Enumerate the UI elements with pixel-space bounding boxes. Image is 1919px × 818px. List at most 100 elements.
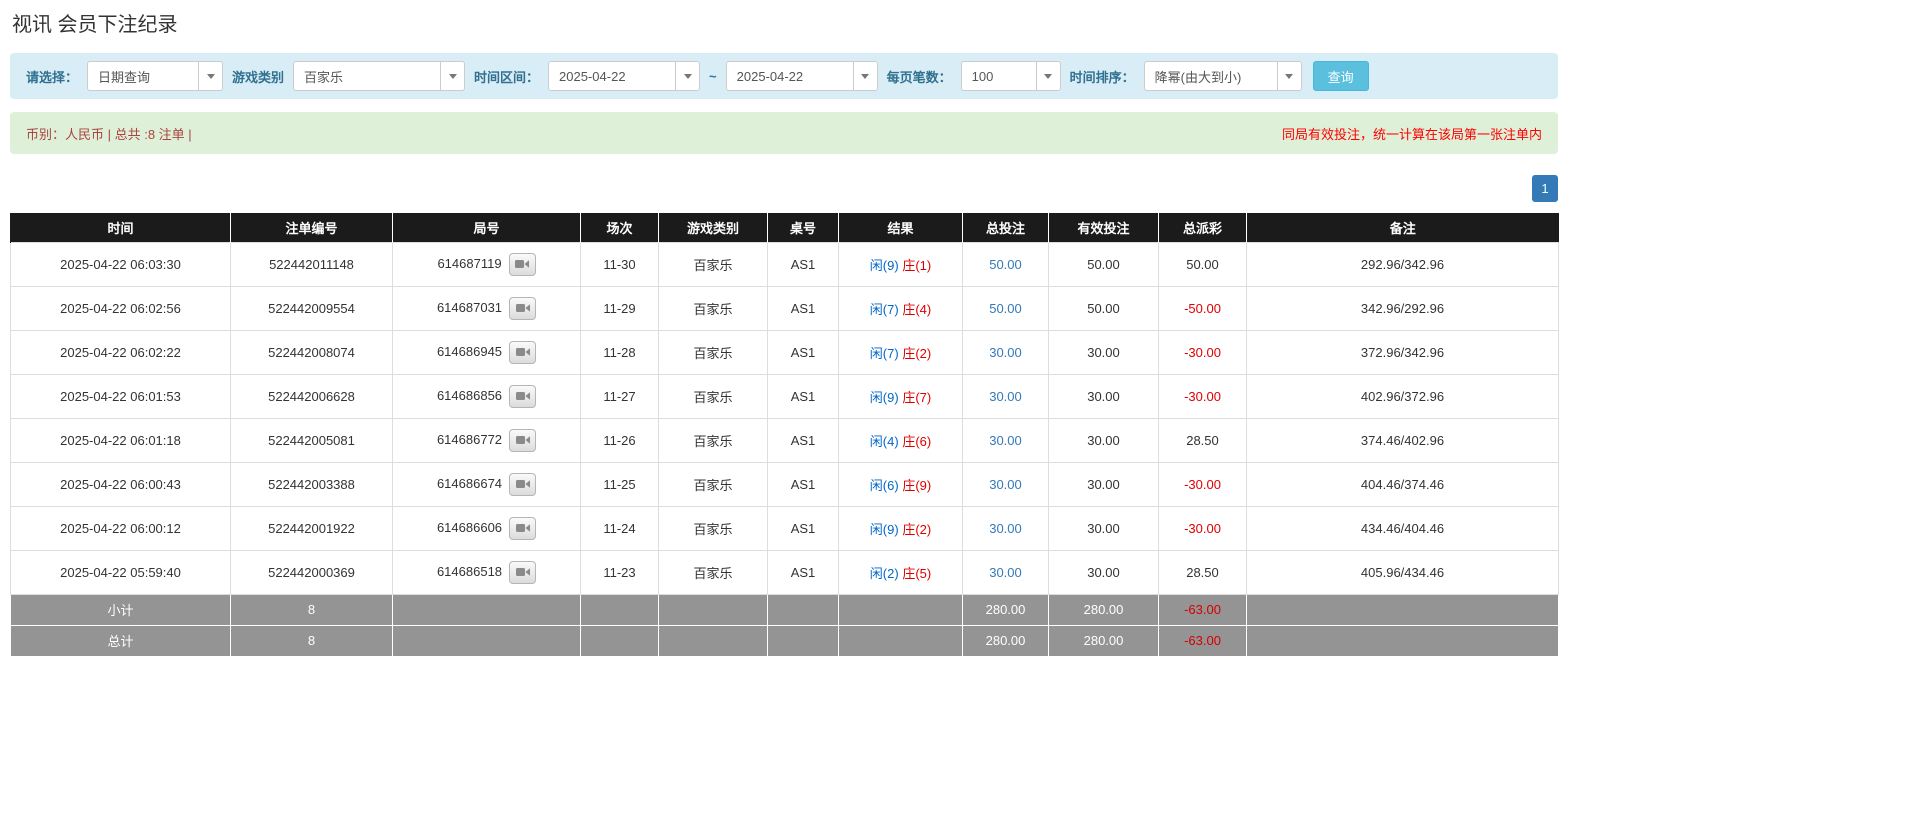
result-player-text: 闲(4) — [870, 434, 899, 449]
video-replay-button[interactable] — [509, 297, 536, 320]
summary-empty-cell — [393, 594, 581, 625]
page-container: 视讯 会员下注纪录 请选择： 日期查询 游戏类别 百家乐 时间区间： 2025-… — [10, 8, 1558, 657]
search-button[interactable]: 查询 — [1313, 61, 1369, 91]
cell-result: 闲(9) 庄(2) — [839, 506, 963, 550]
video-replay-button[interactable] — [509, 341, 536, 364]
cell-time: 2025-04-22 06:02:56 — [11, 286, 231, 330]
cell-result: 闲(7) 庄(4) — [839, 286, 963, 330]
cell-round-id: 614686856 — [393, 374, 581, 418]
total-bet-link[interactable]: 50.00 — [989, 257, 1022, 272]
summary-empty-cell — [393, 625, 581, 656]
filter-bar: 请选择： 日期查询 游戏类别 百家乐 时间区间： 2025-04-22 ~ 20… — [10, 53, 1558, 99]
cell-session: 11-25 — [581, 462, 659, 506]
cell-table-no: AS1 — [768, 462, 839, 506]
column-header: 场次 — [581, 213, 659, 242]
total-bet-link[interactable]: 30.00 — [989, 521, 1022, 536]
cell-game-type: 百家乐 — [659, 418, 768, 462]
cell-table-no: AS1 — [768, 330, 839, 374]
page-size-select[interactable]: 100 — [961, 61, 1061, 91]
query-type-value: 日期查询 — [88, 62, 198, 90]
query-type-select[interactable]: 日期查询 — [87, 61, 223, 91]
cell-total-bet: 30.00 — [963, 462, 1049, 506]
sort-label: 时间排序： — [1070, 67, 1135, 86]
table-row: 2025-04-22 06:01:53 522442006628 6146868… — [11, 374, 1559, 418]
cell-total-bet: 30.00 — [963, 330, 1049, 374]
summary-payout: -63.00 — [1159, 594, 1247, 625]
date-to-select[interactable]: 2025-04-22 — [726, 61, 878, 91]
total-bet-link[interactable]: 30.00 — [989, 345, 1022, 360]
date-range-tilde: ~ — [709, 69, 717, 84]
cell-time: 2025-04-22 05:59:40 — [11, 550, 231, 594]
cell-payout: -30.00 — [1159, 462, 1247, 506]
cell-payout: 50.00 — [1159, 242, 1247, 286]
date-to-value: 2025-04-22 — [727, 62, 853, 90]
total-bet-link[interactable]: 30.00 — [989, 433, 1022, 448]
cell-game-type: 百家乐 — [659, 374, 768, 418]
cell-remark: 342.96/292.96 — [1247, 286, 1559, 330]
cell-session: 11-27 — [581, 374, 659, 418]
cell-bet-id: 522442003388 — [231, 462, 393, 506]
cell-bet-id: 522442001922 — [231, 506, 393, 550]
cell-session: 11-24 — [581, 506, 659, 550]
video-camera-icon — [516, 303, 530, 313]
video-replay-button[interactable] — [509, 473, 536, 496]
summary-empty-cell — [768, 594, 839, 625]
round-id-text: 614686772 — [437, 431, 502, 446]
summary-empty-cell — [1247, 625, 1559, 656]
summary-count: 8 — [231, 594, 393, 625]
cell-result: 闲(4) 庄(6) — [839, 418, 963, 462]
video-camera-icon — [516, 479, 530, 489]
column-header: 总投注 — [963, 213, 1049, 242]
cell-valid-bet: 50.00 — [1049, 242, 1159, 286]
column-header: 桌号 — [768, 213, 839, 242]
sort-order-select[interactable]: 降幂(由大到小) — [1144, 61, 1302, 91]
result-banker-text: 庄(1) — [902, 258, 931, 273]
table-row: 2025-04-22 05:59:40 522442000369 6146865… — [11, 550, 1559, 594]
summary-payout: -63.00 — [1159, 625, 1247, 656]
video-replay-button[interactable] — [509, 253, 536, 276]
cell-payout: -30.00 — [1159, 330, 1247, 374]
result-player-text: 闲(9) — [870, 522, 899, 537]
cell-valid-bet: 50.00 — [1049, 286, 1159, 330]
bet-records-table: 时间注单编号局号场次游戏类别桌号结果总投注有效投注总派彩备注 2025-04-2… — [10, 213, 1559, 657]
total-bet-link[interactable]: 30.00 — [989, 477, 1022, 492]
cell-valid-bet: 30.00 — [1049, 506, 1159, 550]
date-from-select[interactable]: 2025-04-22 — [548, 61, 700, 91]
result-player-text: 闲(6) — [870, 478, 899, 493]
round-id-text: 614687031 — [437, 299, 502, 314]
cell-valid-bet: 30.00 — [1049, 374, 1159, 418]
video-replay-button[interactable] — [509, 429, 536, 452]
video-camera-icon — [515, 259, 529, 269]
cell-result: 闲(9) 庄(1) — [839, 242, 963, 286]
game-type-value: 百家乐 — [294, 62, 440, 90]
total-bet-link[interactable]: 30.00 — [989, 565, 1022, 580]
chevron-down-icon — [198, 62, 222, 90]
cell-time: 2025-04-22 06:02:22 — [11, 330, 231, 374]
page-1-button[interactable]: 1 — [1532, 175, 1558, 202]
video-replay-button[interactable] — [509, 561, 536, 584]
cell-bet-id: 522442005081 — [231, 418, 393, 462]
game-type-select[interactable]: 百家乐 — [293, 61, 465, 91]
cell-table-no: AS1 — [768, 550, 839, 594]
cell-payout: -50.00 — [1159, 286, 1247, 330]
column-header: 时间 — [11, 213, 231, 242]
cell-session: 11-29 — [581, 286, 659, 330]
chevron-down-icon — [1036, 62, 1060, 90]
video-camera-icon — [516, 347, 530, 357]
summary-total-bet: 280.00 — [963, 625, 1049, 656]
video-replay-button[interactable] — [509, 385, 536, 408]
cell-time: 2025-04-22 06:01:53 — [11, 374, 231, 418]
total-bet-link[interactable]: 30.00 — [989, 389, 1022, 404]
cell-session: 11-28 — [581, 330, 659, 374]
cell-payout: 28.50 — [1159, 550, 1247, 594]
cell-round-id: 614687031 — [393, 286, 581, 330]
cell-valid-bet: 30.00 — [1049, 462, 1159, 506]
round-id-text: 614686674 — [437, 475, 502, 490]
table-row: 2025-04-22 06:02:56 522442009554 6146870… — [11, 286, 1559, 330]
video-replay-button[interactable] — [509, 517, 536, 540]
cell-remark: 292.96/342.96 — [1247, 242, 1559, 286]
summary-label: 小计 — [11, 594, 231, 625]
cell-valid-bet: 30.00 — [1049, 330, 1159, 374]
total-bet-link[interactable]: 50.00 — [989, 301, 1022, 316]
cell-remark: 374.46/402.96 — [1247, 418, 1559, 462]
